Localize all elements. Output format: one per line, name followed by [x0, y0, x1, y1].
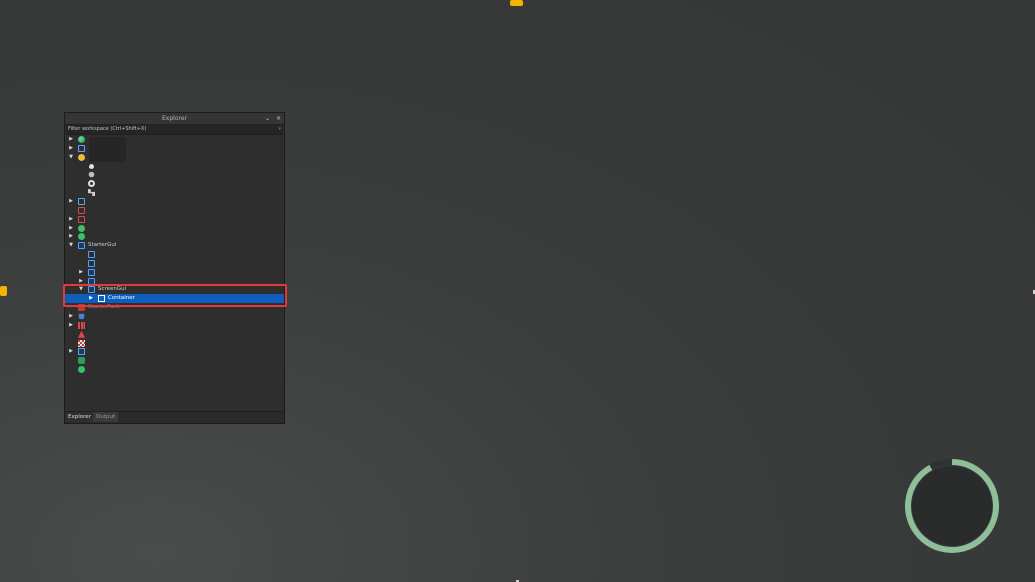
- expand-right-icon[interactable]: ▶: [68, 197, 74, 206]
- starter-player-icon: [78, 313, 85, 320]
- effects-icon: [88, 189, 95, 197]
- tree-item[interactable]: [65, 339, 284, 348]
- title-controls: ⌄ ×: [261, 113, 281, 124]
- teams-icon: [78, 321, 85, 329]
- screen-gui-icon: [88, 277, 95, 285]
- tree-item-label: StarterPack: [88, 304, 120, 311]
- explorer-title-bar[interactable]: Explorer ⌄ ×: [65, 113, 284, 125]
- tree-item[interactable]: [65, 365, 284, 374]
- spinner-core: [912, 466, 992, 546]
- filter-workspace-input[interactable]: [68, 125, 258, 134]
- starter-pack-icon: [78, 304, 85, 312]
- server-script-service-icon: [78, 224, 85, 232]
- collapse-icon[interactable]: ⌄: [265, 115, 270, 122]
- expand-right-icon[interactable]: ▶: [68, 232, 74, 241]
- tree-item[interactable]: ▶: [65, 215, 284, 224]
- tree-item[interactable]: [65, 259, 284, 268]
- tree-item[interactable]: ▶: [65, 232, 284, 241]
- explorer-panel: Explorer ⌄ × ▾ ▶▶▼▶▶▶▶▼StarterGui▶▶▼Scre…: [64, 112, 285, 424]
- expand-right-icon[interactable]: ▶: [68, 135, 74, 144]
- settings-icon: [88, 180, 95, 188]
- tree-item[interactable]: [65, 162, 284, 171]
- tree-item[interactable]: [65, 250, 284, 259]
- expand-right-icon[interactable]: ▶: [88, 294, 94, 303]
- expand-right-icon[interactable]: ▶: [78, 277, 84, 286]
- starter-gui-icon: [78, 242, 85, 250]
- local-script-icon: [88, 251, 95, 259]
- screen-gui-icon: [88, 286, 95, 294]
- tree-item[interactable]: [65, 188, 284, 197]
- tree-item[interactable]: [65, 179, 284, 188]
- tree-item[interactable]: ▶ Container: [65, 294, 284, 304]
- tree-item[interactable]: ▶: [65, 277, 284, 286]
- tree-item[interactable]: StarterPack: [65, 303, 284, 312]
- tree-item[interactable]: [65, 206, 284, 215]
- expand-down-icon[interactable]: ▼: [68, 153, 74, 162]
- tree-item[interactable]: ▶: [65, 224, 284, 233]
- expand-right-icon[interactable]: ▶: [68, 312, 74, 321]
- replicated-first-icon: [78, 197, 85, 205]
- expand-down-icon[interactable]: ▼: [68, 241, 74, 250]
- tree-item[interactable]: ▶: [65, 347, 284, 356]
- tree-item[interactable]: ▶: [65, 268, 284, 277]
- left-edge-handle[interactable]: [0, 286, 7, 296]
- top-edge-handle[interactable]: [510, 0, 523, 6]
- loading-spinner-icon: [905, 459, 999, 553]
- sound-service-icon: [78, 330, 85, 338]
- close-icon[interactable]: ×: [276, 115, 281, 122]
- replicated-storage-icon: [78, 206, 85, 214]
- screen-gui-icon: [88, 268, 95, 276]
- atmosphere-icon: [89, 163, 94, 169]
- tree-item[interactable]: ▶: [65, 312, 284, 321]
- expand-right-icon[interactable]: ▶: [68, 144, 74, 153]
- tab-explorer[interactable]: Explorer: [65, 412, 94, 422]
- tree-item-label: Container: [108, 295, 135, 302]
- players-icon: [78, 144, 85, 152]
- expand-right-icon[interactable]: ▶: [68, 215, 74, 224]
- tree-item[interactable]: ▼ StarterGui: [65, 241, 284, 250]
- tree-item[interactable]: ▶: [65, 135, 284, 144]
- tree-item[interactable]: ▶: [65, 144, 284, 153]
- tree-item[interactable]: ▶: [65, 321, 284, 330]
- text-chat-service-icon: [78, 348, 85, 356]
- clouds-icon: [88, 172, 95, 178]
- test-service-icon: [78, 366, 85, 374]
- expand-right-icon[interactable]: ▶: [68, 224, 74, 233]
- module-script-icon: [88, 259, 95, 267]
- server-storage-icon: [78, 215, 85, 223]
- expand-right-icon[interactable]: ▶: [68, 321, 74, 330]
- tab-output[interactable]: Output: [93, 412, 119, 422]
- tree-item[interactable]: ▼ ScreenGui: [65, 285, 284, 294]
- starter-character-icon: [78, 233, 85, 241]
- explorer-title: Explorer: [162, 115, 187, 122]
- expand-down-icon[interactable]: ▼: [78, 285, 84, 294]
- explorer-tree[interactable]: ▶ ▶ ▼ ▶ ▶ ▶ ▶ ▼ StarterGui ▶ ▶ ▼ ScreenGui ▶ Container…: [65, 135, 284, 411]
- panel-tab-bar: Explorer Output: [65, 411, 284, 423]
- frame-icon: [98, 295, 105, 303]
- chat-icon: [78, 339, 85, 347]
- globe-icon: [78, 136, 85, 143]
- expand-right-icon[interactable]: ▶: [78, 268, 84, 277]
- filter-dropdown-icon[interactable]: ▾: [278, 125, 281, 134]
- tree-item[interactable]: [65, 170, 284, 179]
- filter-bar: ▾: [66, 125, 283, 135]
- expand-right-icon[interactable]: ▶: [68, 347, 74, 356]
- tree-item[interactable]: ▼: [65, 153, 284, 162]
- tree-item[interactable]: ▶: [65, 197, 284, 206]
- tree-item-label: StarterGui: [88, 242, 117, 249]
- tree-item-label: ScreenGui: [98, 286, 127, 293]
- tree-item[interactable]: [65, 330, 284, 339]
- voice-chat-icon: [78, 357, 85, 365]
- lighting-icon: [78, 154, 85, 160]
- tree-item[interactable]: [65, 356, 284, 365]
